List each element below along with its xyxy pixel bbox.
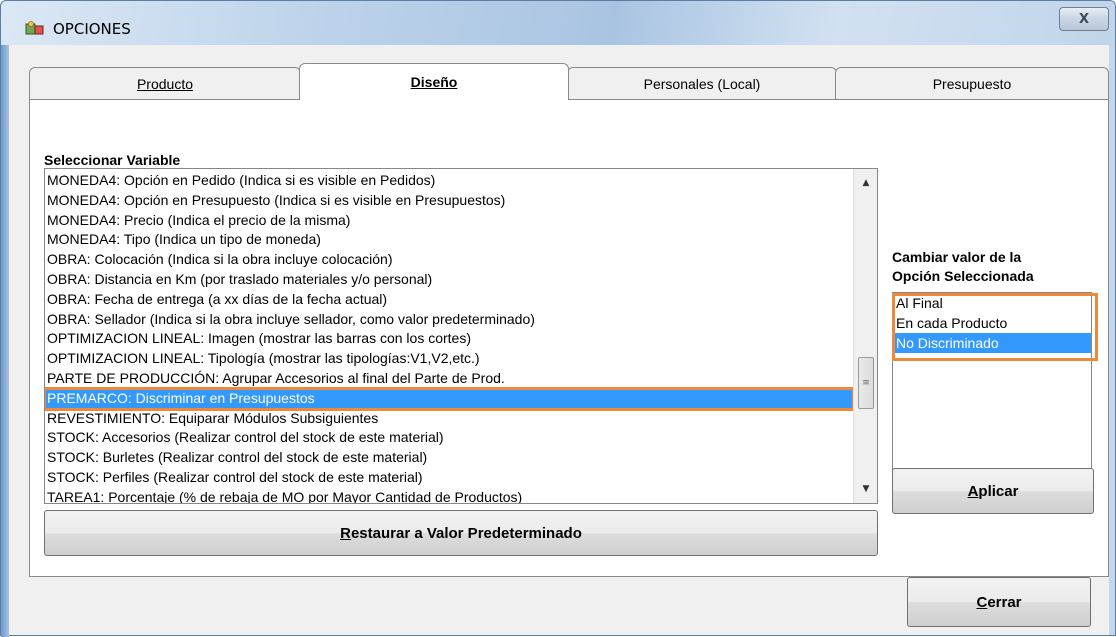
tab-label: Producto xyxy=(136,75,194,92)
list-item[interactable]: OBRA: Sellador (Indica si la obra incluy… xyxy=(45,310,853,330)
client-area: Producto Diseño Personales (Local) Presu… xyxy=(9,45,1109,635)
scroll-up-icon[interactable]: ▲ xyxy=(854,173,877,193)
value-option[interactable]: En cada Producto xyxy=(893,313,1091,333)
tab-diseno[interactable]: Diseño xyxy=(299,63,569,100)
list-item[interactable]: MONEDA4: Tipo (Indica un tipo de moneda) xyxy=(45,230,853,250)
list-item[interactable]: STOCK: Perfiles (Realizar control del st… xyxy=(45,468,853,488)
change-value-heading-line1: Cambiar valor de la xyxy=(892,249,1022,265)
list-item[interactable]: STOCK: Burletes (Realizar control del st… xyxy=(45,448,853,468)
tab-strip: Producto Diseño Personales (Local) Presu… xyxy=(29,63,1109,100)
restore-mnemonic: R xyxy=(340,524,351,542)
list-item[interactable]: STOCK: Accesorios (Realizar control del … xyxy=(45,428,853,448)
apply-button[interactable]: Aplicar xyxy=(892,468,1094,514)
list-item[interactable]: PARTE DE PRODUCCIÓN: Agrupar Accesorios … xyxy=(45,369,853,389)
variables-listbox[interactable]: MONEDA4: Opción en Pedido (Indica si es … xyxy=(44,168,878,504)
tab-label: Presupuesto xyxy=(932,75,1012,92)
close-mnemonic: C xyxy=(976,593,988,611)
scroll-down-icon[interactable]: ▼ xyxy=(854,479,877,499)
tab-presupuesto[interactable]: Presupuesto xyxy=(835,67,1109,99)
list-item[interactable]: OPTIMIZACION LINEAL: Tipología (mostrar … xyxy=(45,349,853,369)
tab-label: Diseño xyxy=(410,74,458,90)
window-frame-left xyxy=(1,45,9,637)
variables-list: MONEDA4: Opción en Pedido (Indica si es … xyxy=(45,171,855,503)
list-item[interactable]: OBRA: Fecha de entrega (a xx días de la … xyxy=(45,290,853,310)
tab-panel-diseno: Seleccionar Variable MONEDA4: Opción en … xyxy=(29,99,1109,577)
value-option[interactable]: Al Final xyxy=(893,293,1091,313)
app-icon xyxy=(25,21,44,35)
variables-scrollbar[interactable]: ▲ ≡ ▼ xyxy=(853,169,877,503)
value-options-listbox[interactable]: Al Final En cada Producto No Discriminado xyxy=(892,292,1092,470)
restore-label: estaurar a Valor Predeterminado xyxy=(350,524,582,542)
apply-mnemonic: A xyxy=(967,482,979,500)
change-value-heading-line2: Opción Seleccionada xyxy=(892,268,1034,284)
options-window: OPCIONES X Producto Diseño Personales (L… xyxy=(0,0,1116,637)
tab-label: Personales (Local) xyxy=(643,75,761,92)
list-item[interactable]: OBRA: Colocación (Indica si la obra incl… xyxy=(45,250,853,270)
close-button[interactable]: Cerrar xyxy=(907,577,1091,627)
list-item[interactable]: OPTIMIZACION LINEAL: Imagen (mostrar las… xyxy=(45,329,853,349)
close-icon: X xyxy=(1078,11,1090,27)
tab-personales-local[interactable]: Personales (Local) xyxy=(567,67,837,99)
close-label: errar xyxy=(987,593,1022,611)
list-item[interactable]: REVESTIMIENTO: Equiparar Módulos Subsigu… xyxy=(45,409,853,429)
title-bar[interactable]: OPCIONES X xyxy=(1,1,1115,45)
list-item[interactable]: MONEDA4: Opción en Pedido (Indica si es … xyxy=(45,171,853,191)
change-value-heading: Cambiar valor de la Opción Seleccionada xyxy=(892,248,1092,286)
list-item[interactable]: PREMARCO: Discriminar en Presupuestos xyxy=(45,386,855,411)
list-item[interactable]: MONEDA4: Opción en Presupuesto (Indica s… xyxy=(45,191,853,211)
scroll-thumb[interactable]: ≡ xyxy=(858,357,874,409)
list-item[interactable]: OBRA: Distancia en Km (por traslado mate… xyxy=(45,270,853,290)
restore-default-button[interactable]: Restaurar a Valor Predeterminado xyxy=(44,510,878,556)
window-title: OPCIONES xyxy=(53,20,131,38)
tab-producto[interactable]: Producto xyxy=(29,67,301,99)
window-close-button[interactable]: X xyxy=(1059,7,1109,31)
value-option[interactable]: No Discriminado xyxy=(893,333,1091,353)
list-item[interactable]: MONEDA4: Precio (Indica el precio de la … xyxy=(45,211,853,231)
list-item[interactable]: TAREA1: Porcentaje (% de rebaja de MO po… xyxy=(45,488,853,503)
variables-heading: Seleccionar Variable xyxy=(44,152,181,168)
apply-label: plicar xyxy=(978,482,1019,500)
value-options-list: Al Final En cada Producto No Discriminado xyxy=(893,293,1091,353)
